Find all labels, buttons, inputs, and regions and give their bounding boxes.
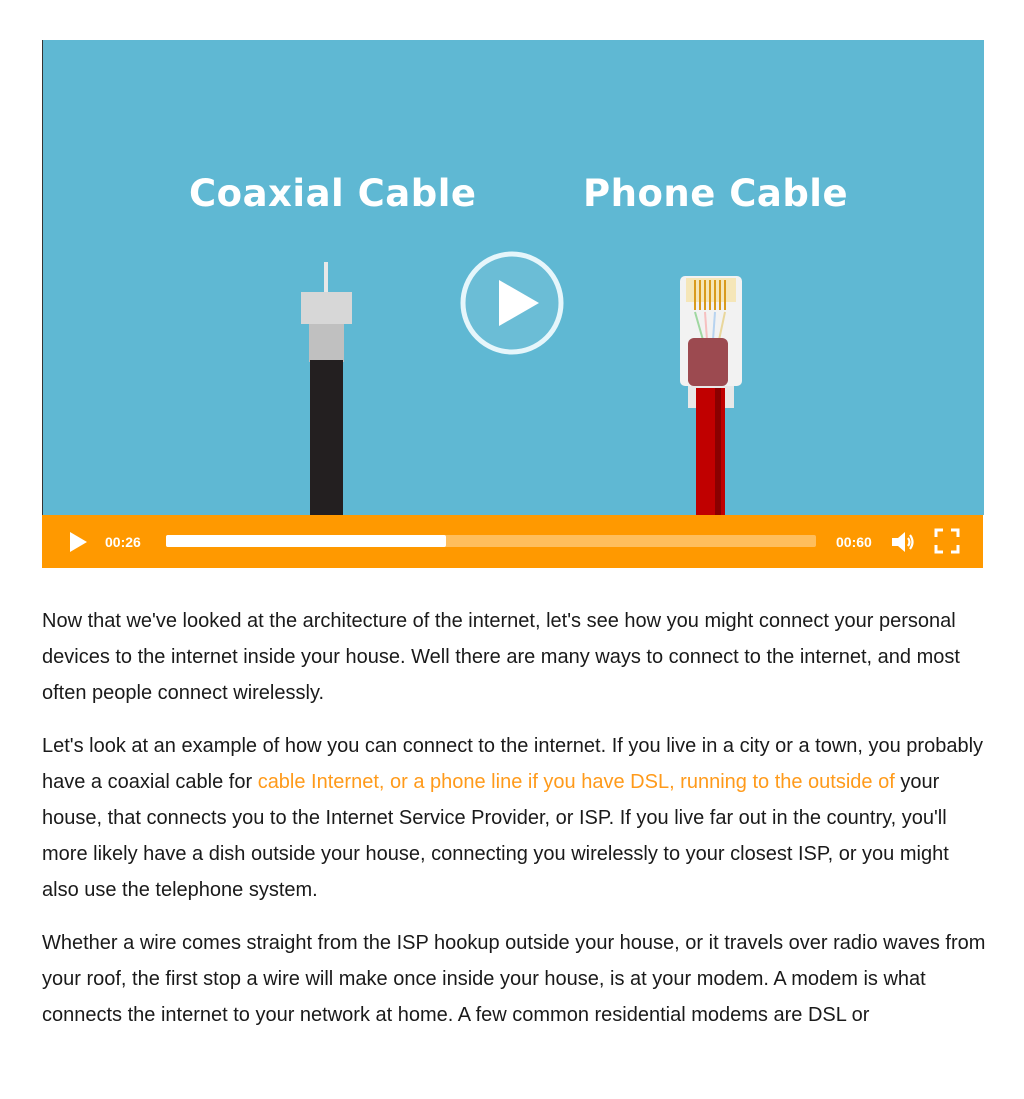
volume-icon[interactable]	[890, 529, 916, 555]
video-frame[interactable]: Coaxial Cable Phone Cable	[42, 40, 984, 515]
paragraph-connection-example: Let's look at an example of how you can …	[42, 728, 987, 908]
article-body: Now that we've looked at the architectur…	[42, 603, 987, 1050]
total-time: 00:60	[836, 534, 872, 550]
play-circle-icon[interactable]	[459, 250, 565, 356]
current-time: 00:26	[105, 534, 141, 550]
progress-bar[interactable]	[166, 535, 816, 547]
video-player[interactable]: Coaxial Cable Phone Cable 00:26 00:60	[42, 40, 984, 568]
progress-fill	[166, 535, 446, 547]
paragraph-modem: Whether a wire comes straight from the I…	[42, 932, 986, 1026]
play-icon[interactable]	[68, 531, 88, 553]
fullscreen-icon[interactable]	[934, 528, 960, 554]
video-controls-bar: 00:26 00:60	[42, 515, 983, 568]
paragraph-intro: Now that we've looked at the architectur…	[42, 610, 960, 704]
highlighted-text: cable Internet, or a phone line if you h…	[257, 771, 895, 793]
